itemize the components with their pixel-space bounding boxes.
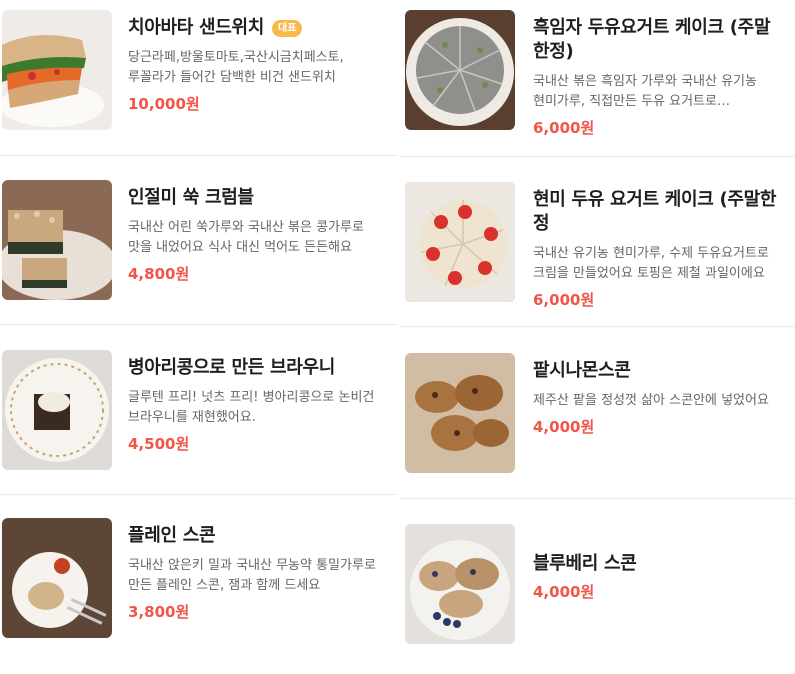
menu-item-info: 팥시나몬스콘 제주산 팥을 정성껏 삶아 스콘안에 넣었어요 4,000원	[533, 359, 777, 437]
menu-item-info: 블루베리 스콘 4,000원	[533, 552, 777, 602]
divider	[0, 155, 397, 156]
divider	[0, 324, 397, 325]
divider	[0, 494, 397, 495]
menu-item[interactable]: 인절미 쑥 크럼블 국내산 어린 쑥가루와 국내산 볶은 콩가루로 맛을 내었어…	[0, 170, 397, 330]
divider	[400, 156, 795, 157]
menu-item-name: 병아리콩으로 만든 브라우니	[128, 357, 336, 378]
menu-item-price: 4,800원	[128, 265, 190, 283]
menu-item-description: 국내산 유기농 현미가루, 수제 두유요거트로 크림을 만들었어요 토핑은 제철…	[533, 246, 769, 281]
divider	[400, 326, 795, 327]
menu-item-info: 치아바타 샌드위치 대표 당근라페,방울토마토,국산시금치페스토,루꼴라가 들어…	[128, 16, 381, 114]
menu-item-name: 팥시나몬스콘	[533, 360, 631, 381]
menu-item-price: 3,800원	[128, 603, 190, 621]
menu-item[interactable]: 치아바타 샌드위치 대표 당근라페,방울토마토,국산시금치페스토,루꼴라가 들어…	[0, 0, 397, 160]
black-sesame-cake-photo	[405, 10, 515, 130]
menu-item-description: 국내산 볶은 흑임자 가루와 국내산 유기농 현미가루, 직접만든 두유 요거트…	[533, 74, 757, 109]
menu-item-name: 흑임자 두유요거트 케이크 (주말한정)	[533, 17, 771, 62]
menu-item-price: 6,000원	[533, 119, 595, 137]
menu-item[interactable]: 흑임자 두유요거트 케이크 (주말한정) 국내산 볶은 흑임자 가루와 국내산 …	[400, 0, 795, 160]
menu-grid: 치아바타 샌드위치 대표 당근라페,방울토마토,국산시금치페스토,루꼴라가 들어…	[0, 0, 795, 649]
menu-item-description: 글루텐 프리! 넛츠 프리! 병아리콩으로 논비건 브라우니를 재현했어요.	[128, 390, 375, 425]
signature-badge: 대표	[272, 19, 303, 37]
menu-item-info: 병아리콩으로 만든 브라우니 글루텐 프리! 넛츠 프리! 병아리콩으로 논비건…	[128, 356, 381, 454]
menu-item-info: 플레인 스콘 국내산 앉은키 밀과 국내산 무농약 통밀가루로 만든 플레인 스…	[128, 524, 381, 622]
sandwich-photo	[2, 10, 112, 130]
menu-item-price: 4,000원	[533, 418, 595, 436]
menu-item-name: 인절미 쑥 크럼블	[128, 187, 254, 208]
menu-item-price: 4,000원	[533, 583, 595, 601]
menu-item-info: 흑임자 두유요거트 케이크 (주말한정) 국내산 볶은 흑임자 가루와 국내산 …	[533, 16, 777, 138]
menu-item-description: 당근라페,방울토마토,국산시금치페스토,루꼴라가 들어간 담백한 비건 샌드위치	[128, 50, 344, 85]
blueberry-scone-photo	[405, 524, 515, 644]
menu-item-name: 플레인 스콘	[128, 525, 216, 546]
menu-item[interactable]: 팥시나몬스콘 제주산 팥을 정성껏 삶아 스콘안에 넣었어요 4,000원	[400, 343, 795, 503]
menu-item-price: 10,000원	[128, 95, 200, 113]
menu-item[interactable]: 현미 두유 요거트 케이크 (주말한정 국내산 유기농 현미가루, 수제 두유요…	[400, 172, 795, 332]
menu-item[interactable]: 블루베리 스콘 4,000원	[400, 514, 795, 674]
menu-item-name: 블루베리 스콘	[533, 553, 637, 574]
menu-item-name: 치아바타 샌드위치	[128, 17, 265, 38]
divider	[400, 498, 795, 499]
menu-item-price: 6,000원	[533, 291, 595, 309]
menu-item-info: 인절미 쑥 크럼블 국내산 어린 쑥가루와 국내산 볶은 콩가루로 맛을 내었어…	[128, 186, 381, 284]
strawberry-cake-photo	[405, 182, 515, 302]
menu-item[interactable]: 플레인 스콘 국내산 앉은키 밀과 국내산 무농약 통밀가루로 만든 플레인 스…	[0, 508, 397, 668]
plain-scone-photo	[2, 518, 112, 638]
red-bean-scone-photo	[405, 353, 515, 473]
menu-item-price: 4,500원	[128, 435, 190, 453]
menu-item-description: 국내산 어린 쑥가루와 국내산 볶은 콩가루로 맛을 내었어요 식사 대신 먹어…	[128, 220, 364, 255]
menu-item-description: 국내산 앉은키 밀과 국내산 무농약 통밀가루로 만든 플레인 스콘, 잼과 함…	[128, 558, 376, 593]
menu-item[interactable]: 병아리콩으로 만든 브라우니 글루텐 프리! 넛츠 프리! 병아리콩으로 논비건…	[0, 340, 397, 500]
brownie-photo	[2, 350, 112, 470]
menu-item-description: 제주산 팥을 정성껏 삶아 스콘안에 넣었어요	[533, 393, 769, 408]
menu-item-info: 현미 두유 요거트 케이크 (주말한정 국내산 유기농 현미가루, 수제 두유요…	[533, 188, 777, 310]
menu-item-name: 현미 두유 요거트 케이크 (주말한정	[533, 189, 777, 234]
crumble-photo	[2, 180, 112, 300]
